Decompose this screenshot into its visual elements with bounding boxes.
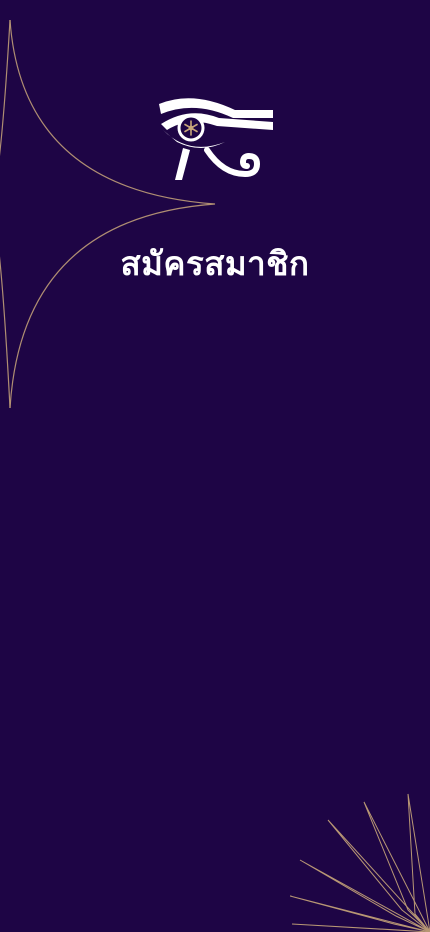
- page-title: สมัครสมาชิก: [120, 244, 310, 284]
- register-screen: สมัครสมาชิก: [0, 0, 430, 932]
- eye-of-horus-icon: [159, 98, 273, 180]
- starburst-decoration: [290, 793, 430, 932]
- star-outline-decoration: [0, 19, 216, 409]
